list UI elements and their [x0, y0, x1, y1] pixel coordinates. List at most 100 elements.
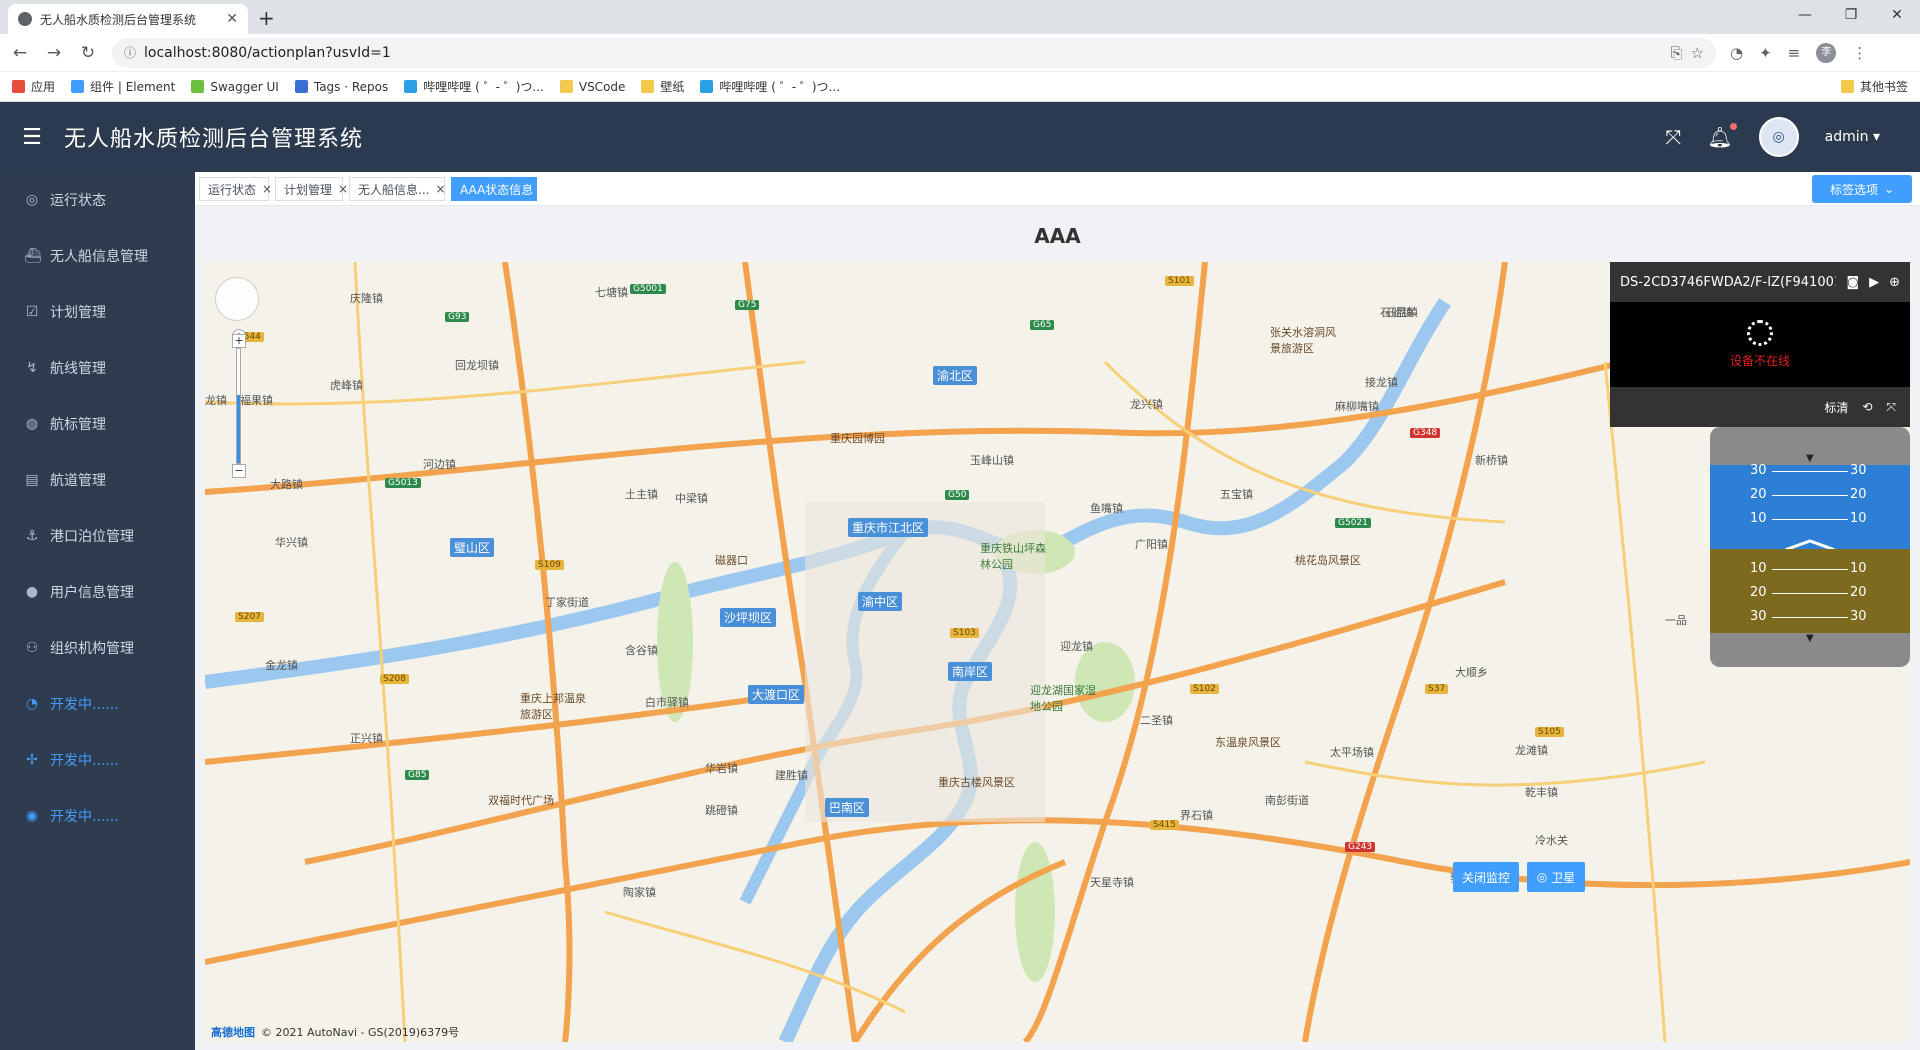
- close-icon[interactable]: ✕: [226, 11, 238, 27]
- bookmark-item[interactable]: 应用: [12, 78, 55, 95]
- close-monitor-button[interactable]: 关闭监控: [1453, 862, 1519, 892]
- sidebar-item-label: 港口泊位管理: [50, 529, 134, 545]
- place-label: 麻柳嘴镇: [1335, 400, 1379, 413]
- attitude-indicator: 30 30 20 20 10 10 10 10 20 20 30 30 ▼ ▼: [1710, 427, 1910, 667]
- close-icon[interactable]: ×: [435, 182, 445, 196]
- sidebar-item[interactable]: ⛴ 无人船信息管理: [0, 228, 195, 284]
- reading-list-icon[interactable]: ≡: [1788, 44, 1801, 62]
- sidebar-item[interactable]: ◎ 运行状态: [0, 172, 195, 228]
- globe-icon: [18, 12, 32, 26]
- reload-button[interactable]: ↻: [78, 43, 98, 63]
- sidebar-item[interactable]: ◉ 开发中......: [0, 788, 195, 844]
- user-menu[interactable]: admin ▾: [1825, 129, 1880, 145]
- menu-icon: ▤: [25, 472, 39, 488]
- map-view[interactable]: 渝北区 重庆市江北区 璧山区 渝中区 沙坪坝区 大渡口区 南岸区 巴南区 重庆园…: [205, 262, 1910, 1042]
- fullscreen-icon[interactable]: ⤧: [1886, 400, 1896, 415]
- camera-icon[interactable]: ◙: [1846, 275, 1859, 290]
- bookmark-icon: [191, 80, 205, 93]
- zoom-track[interactable]: [236, 348, 241, 464]
- video-panel: DS-2CD3746FWDA2/F-IZ(F94100149) ◙ ▶ ⊕ 设备…: [1610, 262, 1910, 427]
- close-icon[interactable]: ×: [539, 182, 549, 196]
- translate-icon[interactable]: ⎘: [1671, 44, 1683, 62]
- map-attribution: 高德地图 © 2021 AutoNavi - GS(2019)6379号: [211, 1024, 459, 1040]
- pan-control[interactable]: [215, 277, 259, 321]
- sidebar-item[interactable]: ◔ 开发中......: [0, 676, 195, 732]
- bookmark-icon: [559, 80, 573, 93]
- url-input[interactable]: ⓘ localhost:8080/actionplan?usvId=1 ⎘ ☆: [112, 37, 1716, 68]
- quality-button[interactable]: 标清: [1824, 399, 1848, 416]
- profile-avatar[interactable]: 李: [1816, 42, 1837, 63]
- pitch-line: [1772, 569, 1848, 570]
- satellite-button[interactable]: ◎ 卫星: [1527, 862, 1585, 892]
- forward-button[interactable]: →: [44, 43, 64, 63]
- tag-item[interactable]: 运行状态 ×: [199, 177, 272, 201]
- attitude-sky: [1710, 465, 1910, 549]
- new-tab-button[interactable]: +: [258, 6, 275, 30]
- zoom-slider[interactable]: + −: [232, 334, 246, 478]
- maximize-button[interactable]: ❐: [1828, 0, 1874, 32]
- tag-item[interactable]: 无人船信息... ×: [349, 177, 446, 201]
- pitch-label: 20: [1850, 487, 1867, 502]
- menu-icon: ◔: [25, 696, 39, 712]
- bookmark-item[interactable]: 壁纸: [641, 78, 684, 95]
- puzzle-icon[interactable]: ✦: [1759, 44, 1772, 62]
- poi-label: 重庆上邦温泉旅游区: [520, 692, 586, 721]
- tag-item[interactable]: 计划管理 ×: [275, 177, 348, 201]
- hamburger-icon[interactable]: ☰: [0, 125, 64, 150]
- pitch-line: [1772, 495, 1848, 496]
- minimize-button[interactable]: —: [1782, 0, 1828, 32]
- other-bookmarks[interactable]: 其他书签: [1840, 78, 1908, 95]
- sidebar-item[interactable]: ● 用户信息管理: [0, 564, 195, 620]
- sidebar-item-label: 运行状态: [50, 193, 106, 209]
- close-icon[interactable]: ×: [262, 182, 272, 196]
- bookmark-item[interactable]: Tags · Repos: [294, 80, 388, 94]
- bookmark-item[interactable]: 哔哩哔哩 ( ゜- ゜)つ...: [700, 78, 840, 95]
- poi-label: 桃花岛风景区: [1295, 554, 1361, 567]
- bookmark-item[interactable]: 组件 | Element: [71, 78, 175, 95]
- sidebar-item[interactable]: ↯ 航线管理: [0, 340, 195, 396]
- close-window-button[interactable]: ✕: [1874, 0, 1920, 32]
- sidebar-item[interactable]: ◍ 航标管理: [0, 396, 195, 452]
- bookmark-icon: [294, 80, 308, 93]
- replay-icon[interactable]: ⟲: [1862, 400, 1872, 414]
- sidebar-item[interactable]: ⚇ 组织机构管理: [0, 620, 195, 676]
- sidebar-item[interactable]: ✢ 开发中......: [0, 732, 195, 788]
- bookmark-item[interactable]: Swagger UI: [191, 80, 279, 94]
- sidebar-item[interactable]: ▤ 航道管理: [0, 452, 195, 508]
- zoom-in-button[interactable]: +: [232, 334, 246, 348]
- highway-shield: S208: [380, 674, 409, 684]
- back-button[interactable]: ←: [10, 43, 30, 63]
- sidebar-item-label: 航道管理: [50, 473, 106, 489]
- fullscreen-icon[interactable]: ⤧: [1665, 125, 1681, 149]
- video-toolbar: DS-2CD3746FWDA2/F-IZ(F94100149) ◙ ▶ ⊕: [1610, 262, 1910, 302]
- star-icon[interactable]: ☆: [1691, 44, 1704, 62]
- extension-icon[interactable]: ◔: [1730, 44, 1743, 62]
- browser-tab[interactable]: 无人船水质检测后台管理系统 ✕: [8, 4, 248, 34]
- sidebar-item[interactable]: ☑ 计划管理: [0, 284, 195, 340]
- zoom-icon[interactable]: ⊕: [1889, 275, 1900, 290]
- notification-dot: [1729, 123, 1737, 130]
- place-label: 七塘镇: [595, 286, 628, 299]
- tag-options-button[interactable]: 标签选项 ⌄: [1812, 175, 1912, 203]
- info-icon[interactable]: ⓘ: [124, 44, 136, 61]
- zoom-out-button[interactable]: −: [232, 464, 246, 478]
- tag-item-active[interactable]: AAA状态信息 ×: [451, 177, 549, 201]
- place-label: 河边镇: [423, 458, 456, 471]
- poi-label: 张关水溶洞风景旅游区: [1270, 326, 1336, 355]
- bookmark-item[interactable]: 哔哩哔哩 ( ゜- ゜)つ...: [404, 78, 544, 95]
- district-label: 沙坪坝区: [720, 608, 777, 627]
- menu-icon: ◍: [25, 416, 39, 432]
- pitch-label: 30: [1750, 463, 1767, 478]
- zoom-control: •: [215, 277, 260, 343]
- menu-icon[interactable]: ⋮: [1852, 44, 1867, 62]
- app-header: ☰ 无人船水质检测后台管理系统 ⤧ 🔔︎ ◎ admin ▾: [0, 102, 1920, 172]
- bookmark-item[interactable]: VSCode: [559, 80, 625, 94]
- place-label: 金龙镇: [265, 659, 298, 672]
- record-icon[interactable]: ▶: [1869, 275, 1879, 290]
- place-label: 二圣镇: [1140, 714, 1173, 727]
- close-icon[interactable]: ×: [338, 182, 348, 196]
- attitude-ground: [1710, 549, 1910, 633]
- avatar[interactable]: ◎: [1758, 117, 1799, 157]
- sidebar-item[interactable]: ⚓ 港口泊位管理: [0, 508, 195, 564]
- bell-icon[interactable]: 🔔︎: [1707, 123, 1737, 149]
